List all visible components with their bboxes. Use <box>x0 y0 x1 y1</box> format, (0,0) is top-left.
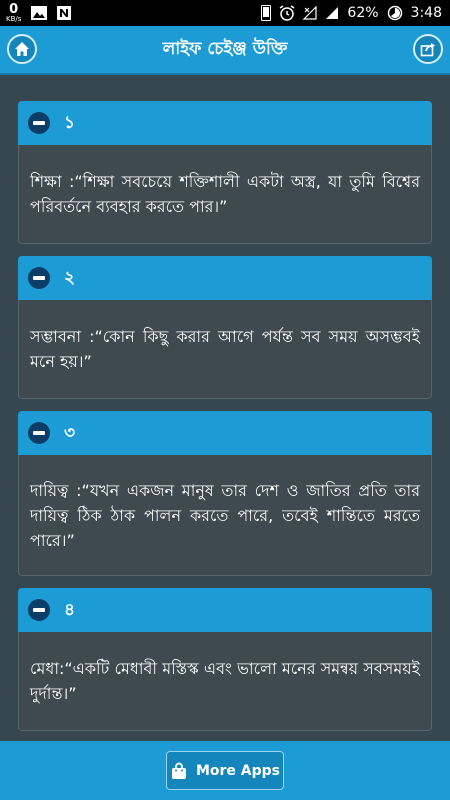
cell-signal-icon <box>325 6 339 20</box>
no-signal-icon <box>303 6 318 20</box>
page-title: লাইফ চেইঞ্জ উক্তি <box>162 39 288 59</box>
quote-text: মেধা:“একটি মেধাবী মস্তিস্ক এবং ভালো মনের… <box>30 659 420 703</box>
phone-icon <box>261 5 272 21</box>
collapse-minus-icon[interactable] <box>28 422 50 444</box>
quote-card-body: সম্ভাবনা :“কোন কিছু করার আগে পর্যন্ত সব … <box>18 300 432 399</box>
collapse-minus-icon[interactable] <box>28 267 50 289</box>
collapse-minus-icon[interactable] <box>28 599 50 621</box>
quote-text: শিক্ষা :“শিক্ষা সবচেয়ে শক্তিশালী একটা অ… <box>30 172 420 216</box>
network-speed: 0 KB/s <box>6 3 21 23</box>
bottom-bar: More Apps <box>0 741 450 800</box>
more-apps-button[interactable]: More Apps <box>166 751 284 790</box>
quote-text: দায়িত্ব :“যখন একজন মানুষ তার দেশ ও জাতি… <box>30 480 420 550</box>
alarm-icon <box>279 5 295 21</box>
quote-card-body: দায়িত্ব :“যখন একজন মানুষ তার দেশ ও জাতি… <box>18 455 432 576</box>
app-bar: লাইফ চেইঞ্জ উক্তি <box>0 26 450 75</box>
collapse-minus-icon[interactable] <box>28 112 50 134</box>
quote-number: ৩ <box>64 423 76 443</box>
quote-card: ৩ দায়িত্ব :“যখন একজন মানুষ তার দেশ ও জা… <box>18 411 432 576</box>
clock: 3:48 <box>410 5 442 21</box>
quote-card-body: শিক্ষা :“শিক্ষা সবচেয়ে শক্তিশালী একটা অ… <box>18 145 432 244</box>
status-bar: 0 KB/s 62% 3:48 <box>0 0 450 26</box>
quote-number: ১ <box>64 113 76 133</box>
network-speed-unit: KB/s <box>6 15 22 23</box>
share-icon <box>420 41 436 57</box>
quote-card-header[interactable]: ৪ <box>18 588 432 632</box>
quote-card: ২ সম্ভাবনা :“কোন কিছু করার আগে পর্যন্ত স… <box>18 256 432 399</box>
quote-card: ১ শিক্ষা :“শিক্ষা সবচেয়ে শক্তিশালী একটা… <box>18 101 432 244</box>
quote-card-header[interactable]: ১ <box>18 101 432 145</box>
quote-card: ৪ মেধা:“একটি মেধাবী মস্তিস্ক এবং ভালো মন… <box>18 588 432 731</box>
quote-card-header[interactable]: ৩ <box>18 411 432 455</box>
share-button[interactable] <box>413 34 443 64</box>
n-app-notification-icon <box>57 6 72 20</box>
battery-icon <box>387 5 403 21</box>
more-apps-label: More Apps <box>195 762 281 779</box>
quote-number: ২ <box>64 268 76 288</box>
quote-card-body: মেধা:“একটি মেধাবী মস্তিস্ক এবং ভালো মনের… <box>18 632 432 731</box>
quote-card-header[interactable]: ২ <box>18 256 432 300</box>
quote-number: ৪ <box>64 600 76 620</box>
quote-text: সম্ভাবনা :“কোন কিছু করার আগে পর্যন্ত সব … <box>30 327 420 371</box>
shopping-bag-icon <box>170 762 188 780</box>
battery-percent: 62% <box>347 5 379 21</box>
gallery-notification-icon <box>31 6 48 20</box>
